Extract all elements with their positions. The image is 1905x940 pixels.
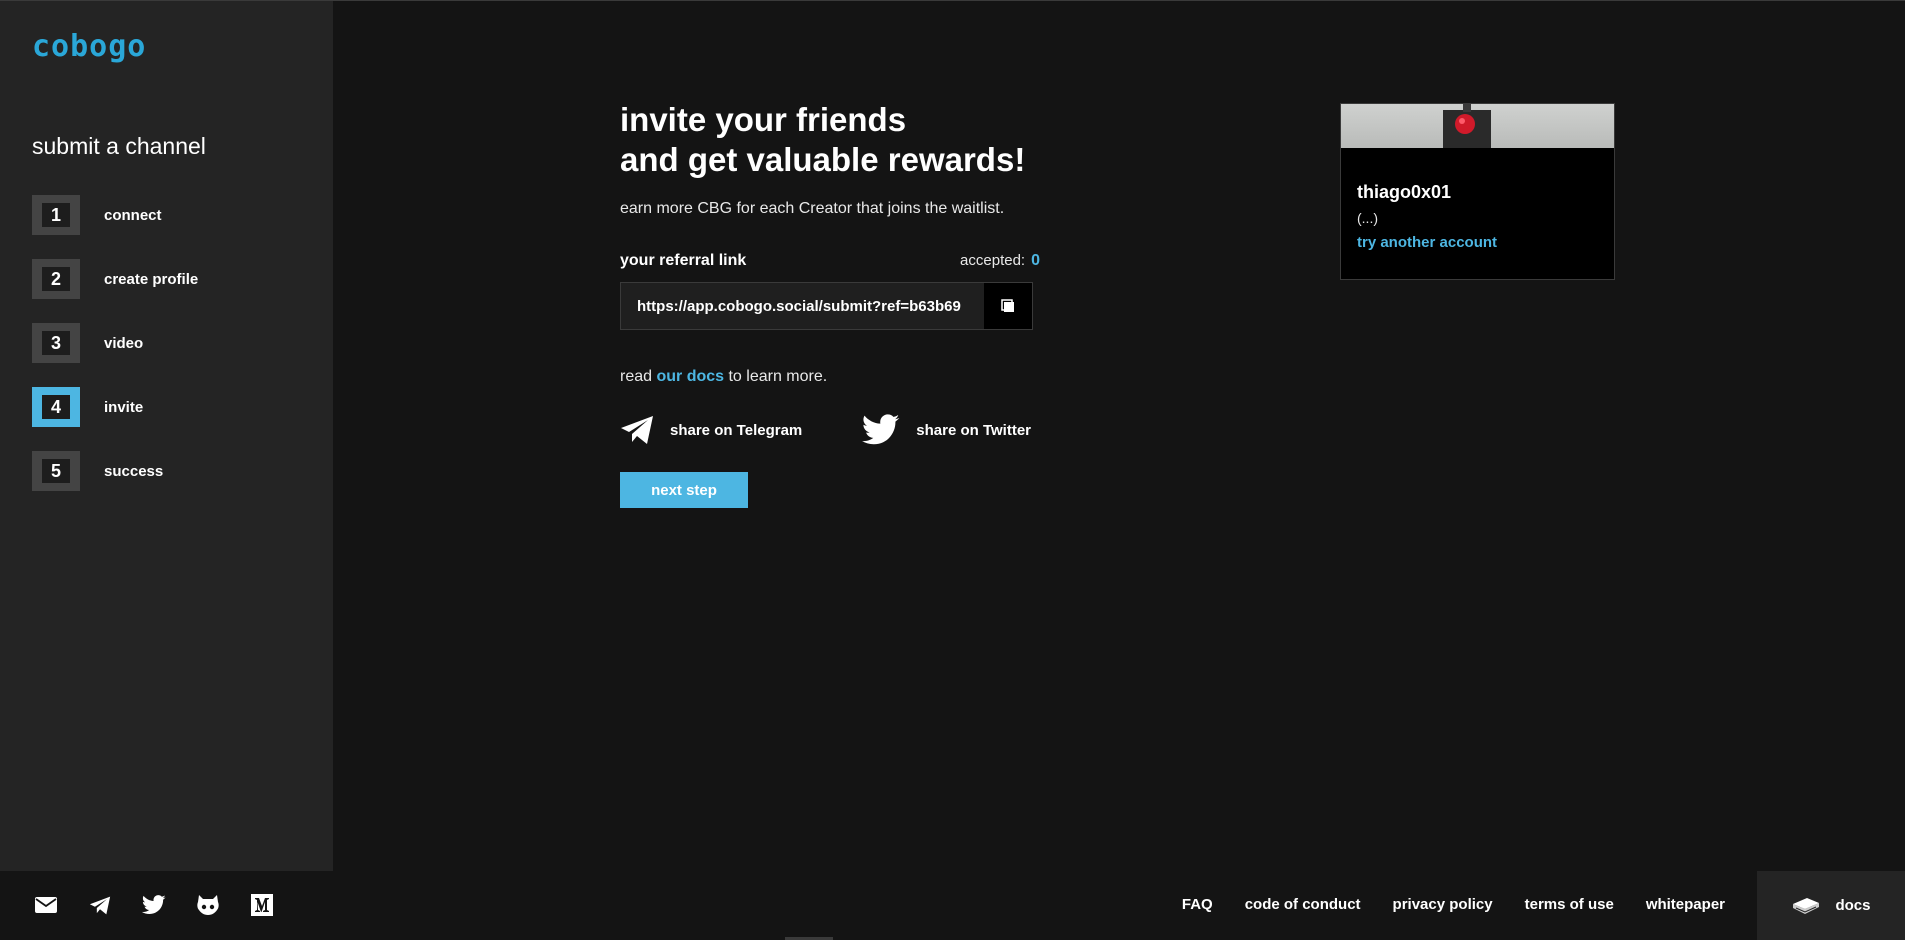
account-name: thiago0x01 [1357, 182, 1452, 202]
footer: FAQ code of conduct privacy policy terms… [0, 871, 1905, 940]
medium-icon [251, 894, 273, 916]
page-subtitle: earn more CBG for each Creator that join… [620, 200, 1005, 217]
code-of-conduct-link[interactable]: code of conduct [1245, 896, 1361, 913]
faq-link[interactable]: FAQ [1182, 896, 1213, 913]
mail-icon [35, 897, 57, 913]
step-invite[interactable]: 4 invite [32, 387, 272, 427]
step-label: success [104, 462, 164, 480]
privacy-policy-link[interactable]: privacy policy [1393, 896, 1493, 913]
sidebar: cobogo submit a channel 1 connect 2 crea… [0, 1, 333, 871]
step-number-box: 3 [32, 323, 80, 363]
copy-button[interactable] [984, 283, 1032, 329]
account-description: (...) [1357, 210, 1378, 226]
share-twitter-label: share on Twitter [916, 421, 1032, 439]
docs-suffix: to learn more. [724, 368, 828, 385]
channel-banner [1341, 104, 1614, 148]
step-success[interactable]: 5 success [32, 451, 272, 491]
terms-of-use-link[interactable]: terms of use [1525, 896, 1614, 913]
referral-link-field: https://app.cobogo.social/submit?ref=b63… [620, 282, 1033, 330]
next-step-button[interactable]: next step [620, 472, 748, 508]
docs-sentence: read our docs to learn more. [620, 368, 1040, 386]
invite-panel: invite your friends and get valuable rew… [620, 100, 1040, 508]
copy-icon [1001, 299, 1014, 312]
channel-banner-image [1443, 104, 1491, 148]
whitepaper-link[interactable]: whitepaper [1646, 896, 1725, 913]
docs-label: docs [1835, 897, 1871, 914]
try-another-account-link[interactable]: try another account [1357, 234, 1497, 251]
headline-line-2-bold: get valuable rewards! [687, 141, 1026, 178]
step-label: video [104, 334, 144, 352]
mail-link[interactable] [32, 892, 60, 918]
step-label: connect [104, 206, 162, 224]
book-icon [1793, 897, 1820, 914]
share-twitter-button[interactable]: share on Twitter [862, 414, 1031, 446]
step-number: 1 [42, 203, 70, 227]
step-connect[interactable]: 1 connect [32, 195, 272, 235]
twitter-icon [862, 414, 900, 445]
referral-url[interactable]: https://app.cobogo.social/submit?ref=b63… [621, 298, 984, 315]
share-row: share on Telegram share on Twitter [620, 414, 1040, 446]
github-icon [197, 895, 219, 915]
twitter-link[interactable] [140, 892, 168, 918]
medium-link[interactable] [248, 892, 276, 918]
headline-line-2-prefix: and [620, 141, 688, 178]
sidebar-title: submit a channel [32, 133, 206, 159]
headline-line-1: invite your friends [620, 101, 907, 138]
docs-button[interactable]: docs [1757, 871, 1905, 940]
accepted-label: accepted: [960, 252, 1026, 269]
step-number: 5 [42, 459, 70, 483]
share-telegram-button[interactable]: share on Telegram [620, 415, 802, 445]
step-video[interactable]: 3 video [32, 323, 272, 363]
telegram-icon [621, 416, 653, 444]
github-link[interactable] [194, 892, 222, 918]
share-telegram-label: share on Telegram [670, 421, 803, 439]
cobogo-logo[interactable]: cobogo [32, 29, 146, 64]
our-docs-link[interactable]: our docs [656, 368, 724, 385]
step-label: invite [104, 398, 144, 416]
step-label: create profile [104, 270, 199, 288]
step-create-profile[interactable]: 2 create profile [32, 259, 272, 299]
footer-nav: FAQ code of conduct privacy policy terms… [1182, 896, 1725, 913]
accepted-counter: accepted: 0 [960, 252, 1040, 270]
step-number-box: 5 [32, 451, 80, 491]
social-links [32, 892, 276, 918]
telegram-link[interactable] [86, 892, 114, 918]
account-card: thiago0x01 (...) try another account [1340, 103, 1615, 280]
telegram-icon [89, 896, 111, 914]
step-number-box: 4 [32, 387, 80, 427]
step-number: 4 [42, 395, 70, 419]
docs-prefix: read [620, 368, 657, 385]
step-number: 3 [42, 331, 70, 355]
step-number-box: 1 [32, 195, 80, 235]
accepted-count: 0 [1031, 252, 1040, 269]
step-number-box: 2 [32, 259, 80, 299]
step-number: 2 [42, 267, 70, 291]
page-title: invite your friends and get valuable rew… [620, 100, 1040, 180]
referral-header: your referral link accepted: 0 [620, 252, 1040, 270]
twitter-icon [142, 895, 166, 914]
referral-label: your referral link [620, 252, 747, 269]
